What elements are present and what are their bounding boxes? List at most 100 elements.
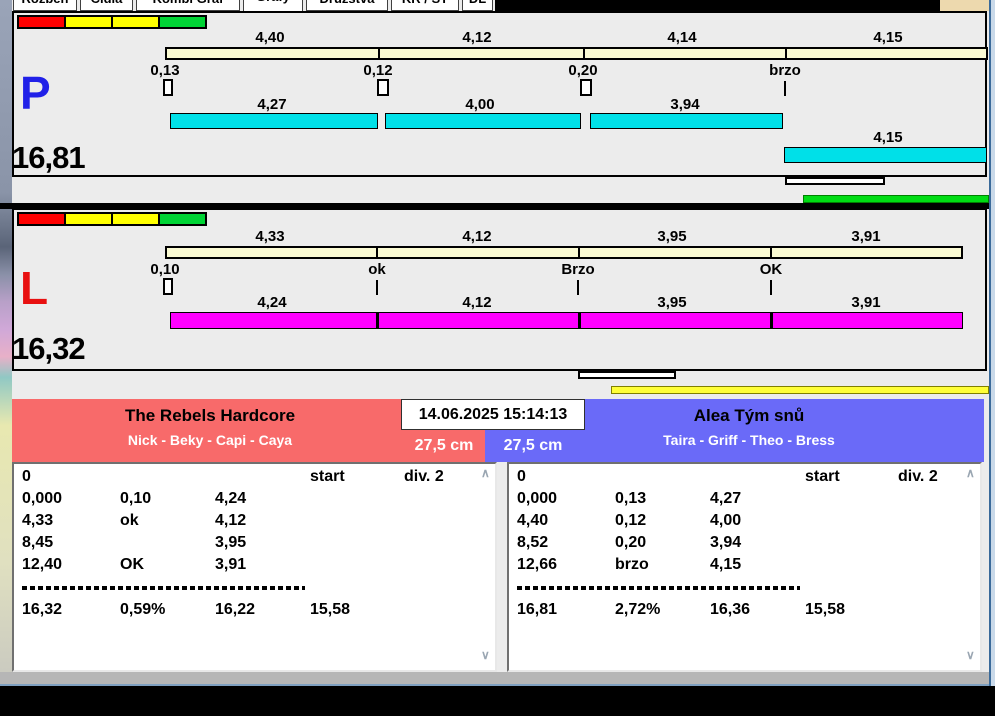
- table-divider: [517, 586, 800, 590]
- legend-yellow-box: [111, 212, 160, 226]
- cell: OK: [120, 556, 144, 573]
- l-sensor-tick: [376, 280, 378, 295]
- tab-grafy[interactable]: Grafy: [243, 0, 303, 11]
- tabbar-corner: [940, 0, 989, 11]
- tab-kr-st[interactable]: KR / ST: [391, 0, 459, 11]
- team-left-name: The Rebels Hardcore: [124, 406, 296, 425]
- l-sensor-tick: [770, 280, 772, 295]
- tab-label: Družstva: [320, 0, 375, 6]
- tab-label: Čidla: [91, 0, 123, 6]
- cell: 8,45: [22, 534, 54, 551]
- p-run-label: 4,00: [465, 96, 495, 113]
- tab-cidla[interactable]: Čidla: [80, 0, 133, 11]
- l-run-bar: [170, 312, 963, 329]
- tab-rozbeh[interactable]: Rozběh: [13, 0, 77, 11]
- p-run-bar: [590, 113, 783, 129]
- team-right-jump-height: 27,5 cm: [503, 437, 563, 454]
- tab-druzstva[interactable]: Družstva: [306, 0, 388, 11]
- p-crossing-label: 0,12: [363, 62, 393, 79]
- p-sensor-box: [377, 79, 389, 96]
- p-split-label: 4,15: [873, 29, 903, 46]
- team-right-result-table[interactable]: [507, 462, 982, 672]
- tab-dl[interactable]: DL: [462, 0, 493, 11]
- scroll-down-icon[interactable]: ∨: [481, 648, 490, 662]
- split-tick: [376, 247, 378, 258]
- tab-label: KR / ST: [402, 0, 448, 6]
- team-left-jump-height: 27,5 cm: [414, 437, 474, 454]
- cell: 4,24: [215, 490, 247, 507]
- p-sensor-tick: [784, 81, 786, 96]
- l-crossing-label: Brzo: [561, 261, 595, 278]
- l-status-legend: [17, 212, 207, 226]
- p-crossing-label: 0,13: [150, 62, 180, 79]
- cell: 4,40: [517, 512, 549, 529]
- p-sensor-box: [580, 79, 592, 96]
- legend-red-box: [17, 15, 66, 29]
- net-time-cell: 16,36: [710, 601, 751, 618]
- table-divider: [22, 586, 305, 590]
- cell: 4,12: [215, 512, 247, 529]
- team-right-members: Taira - Griff - Theo - Bress: [663, 432, 835, 448]
- cell: 4,27: [710, 490, 742, 507]
- p-run-label: 3,94: [670, 96, 700, 113]
- l-split-label: 4,33: [255, 228, 285, 245]
- cell: 4,00: [710, 512, 742, 529]
- tab-label: Grafy: [256, 0, 290, 4]
- legend-red-box: [17, 212, 66, 226]
- cell: 12,40: [22, 556, 63, 573]
- run-bar-separator: [770, 312, 773, 329]
- background-window-right-sliver: [989, 0, 995, 686]
- cell: 0,10: [120, 490, 152, 507]
- l-run-label: 3,95: [657, 294, 687, 311]
- cell: 0,000: [517, 490, 558, 507]
- l-split-label: 4,12: [462, 228, 492, 245]
- split-tick: [583, 48, 585, 59]
- p-crossing-label: brzo: [769, 62, 801, 79]
- scroll-up-icon[interactable]: ∧: [966, 466, 975, 480]
- cell: 3,91: [215, 556, 247, 573]
- p-run-label: 4,27: [257, 96, 287, 113]
- p-lane-letter: P: [20, 67, 51, 119]
- cell: ok: [120, 512, 139, 529]
- l-total-time: 16,32: [12, 331, 86, 366]
- l-split-bar: [165, 246, 963, 259]
- reference-time-cell: 15,58: [310, 601, 351, 618]
- team-left-result-table[interactable]: [12, 462, 497, 672]
- cell: 8,52: [517, 534, 549, 551]
- cell: 12,66: [517, 556, 558, 573]
- reference-time-cell: 15,58: [805, 601, 846, 618]
- l-split-label: 3,95: [657, 228, 687, 245]
- l-sensor-box: [163, 278, 173, 295]
- p-total-time: 16,81: [12, 140, 86, 175]
- p-green-progress-bar: [803, 195, 989, 203]
- p-run-bar: [385, 113, 581, 129]
- l-run-label: 4,24: [257, 294, 287, 311]
- start-column-header: start: [805, 468, 840, 485]
- l-split-label: 3,91: [851, 228, 881, 245]
- legend-yellow-box: [111, 15, 160, 29]
- tab-bar: Rozběh Čidla Kombi Graf Grafy Družstva K…: [12, 0, 495, 11]
- p-last-run-label: 4,15: [873, 129, 903, 146]
- cell: 0: [517, 468, 526, 485]
- l-progress-box: [578, 371, 676, 379]
- p-run-bar: [784, 147, 987, 163]
- total-time-cell: 16,81: [517, 601, 558, 618]
- split-tick: [770, 247, 772, 258]
- legend-yellow-box: [64, 212, 113, 226]
- scroll-up-icon[interactable]: ∧: [481, 466, 490, 480]
- cell: 3,94: [710, 534, 742, 551]
- division-column-header: div. 2: [898, 468, 938, 485]
- tab-kombi-graf[interactable]: Kombi Graf: [136, 0, 240, 11]
- cell: 0: [22, 468, 31, 485]
- p-progress-box: [785, 177, 885, 185]
- cell: 4,33: [22, 512, 54, 529]
- cell: 4,15: [710, 556, 742, 573]
- net-time-cell: 16,22: [215, 601, 256, 618]
- status-bar: [0, 672, 989, 686]
- scroll-down-icon[interactable]: ∨: [966, 648, 975, 662]
- p-status-legend: [17, 15, 207, 29]
- p-split-bar: [165, 47, 988, 60]
- datetime-display: 14.06.2025 15:14:13: [401, 399, 585, 430]
- cell: 0,20: [615, 534, 647, 551]
- split-tick: [378, 48, 380, 59]
